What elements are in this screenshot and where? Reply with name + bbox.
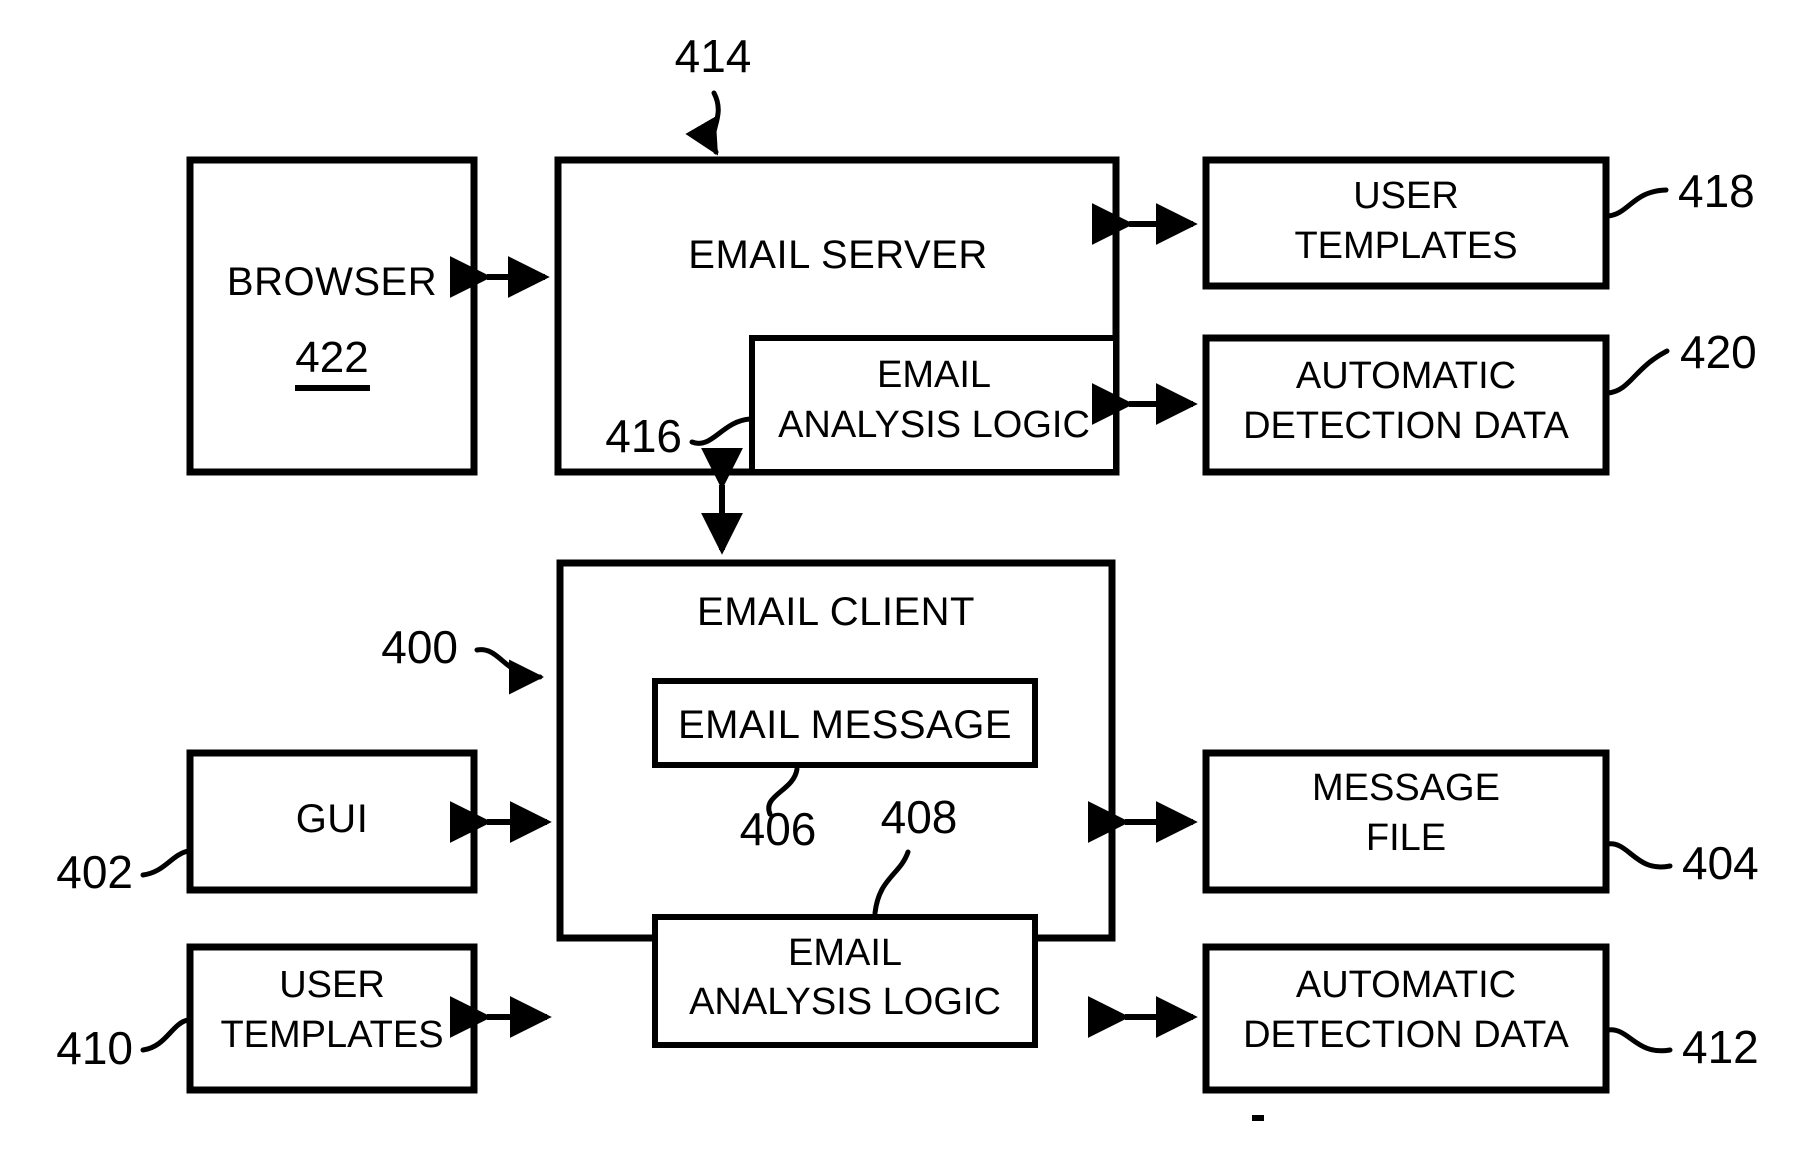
block-auto-detection-client[interactable]: AUTOMATIC DETECTION DATA — [1202, 943, 1610, 1094]
auto-detection-server-line1: AUTOMATIC — [1296, 355, 1516, 397]
ref-410-leader: 410 — [56, 1017, 191, 1074]
ref-414-label: 414 — [675, 30, 752, 82]
ref-418-leader: 418 — [1605, 165, 1755, 219]
ref-414-leader: 414 — [675, 30, 752, 156]
ref-420-label: 420 — [1680, 326, 1757, 378]
user-templates-server-line1: USER — [1353, 175, 1459, 217]
server-analysis-logic-line1: EMAIL — [877, 354, 991, 396]
ref-402-label: 402 — [56, 846, 133, 898]
user-templates-client-line2: TEMPLATES — [220, 1014, 443, 1056]
ref-400-leader: 400 — [381, 621, 544, 695]
ref-410-label: 410 — [56, 1022, 133, 1074]
block-browser-label: BROWSER — [227, 260, 437, 304]
client-analysis-logic-line1: EMAIL — [788, 932, 902, 974]
block-diagram-svg: BROWSER 422 EMAIL SERVER 414 EMAIL ANALY… — [56, 30, 1759, 1121]
ref-400-label: 400 — [381, 621, 458, 673]
block-user-templates-client[interactable]: USER TEMPLATES — [186, 943, 478, 1094]
auto-detection-server-line2: DETECTION DATA — [1243, 405, 1569, 447]
ref-402-leader: 402 — [56, 846, 191, 898]
auto-detection-client-line1: AUTOMATIC — [1296, 964, 1516, 1006]
ref-412-label: 412 — [1682, 1021, 1759, 1073]
client-analysis-logic-line2: ANALYSIS LOGIC — [689, 981, 1001, 1023]
block-message-file[interactable]: MESSAGE FILE — [1202, 749, 1610, 894]
ref-418-label: 418 — [1678, 165, 1755, 217]
auto-detection-client-line2: DETECTION DATA — [1243, 1014, 1569, 1056]
ref-404-label: 404 — [1682, 837, 1759, 889]
block-server-analysis-logic[interactable]: EMAIL ANALYSIS LOGIC — [749, 335, 1119, 475]
block-browser-ref: 422 — [295, 333, 368, 382]
figure-canvas: BROWSER 422 EMAIL SERVER 414 EMAIL ANALY… — [0, 0, 1809, 1153]
block-email-client-label: EMAIL CLIENT — [697, 590, 975, 634]
block-gui[interactable]: GUI — [186, 749, 478, 894]
block-email-message[interactable]: EMAIL MESSAGE — [652, 678, 1038, 768]
block-email-message-label: EMAIL MESSAGE — [678, 703, 1012, 747]
ref-416-label: 416 — [605, 410, 682, 462]
user-templates-server-line2: TEMPLATES — [1294, 225, 1517, 267]
ref-404-leader: 404 — [1605, 837, 1759, 889]
block-user-templates-server[interactable]: USER TEMPLATES — [1202, 156, 1610, 290]
message-file-line1: MESSAGE — [1312, 767, 1500, 809]
block-auto-detection-server[interactable]: AUTOMATIC DETECTION DATA — [1202, 334, 1610, 476]
ref-408-label: 408 — [881, 791, 958, 843]
block-client-analysis-logic[interactable]: EMAIL ANALYSIS LOGIC — [652, 914, 1038, 1048]
ref-412-leader: 412 — [1605, 1021, 1759, 1073]
ref-406-label: 406 — [740, 803, 817, 855]
server-analysis-logic-line2: ANALYSIS LOGIC — [778, 404, 1090, 446]
block-gui-label: GUI — [296, 797, 369, 841]
block-email-server-label: EMAIL SERVER — [688, 233, 987, 277]
message-file-line2: FILE — [1366, 817, 1446, 859]
block-browser[interactable]: BROWSER 422 — [186, 156, 478, 476]
user-templates-client-line1: USER — [279, 964, 385, 1006]
ref-420-leader: 420 — [1605, 326, 1757, 396]
